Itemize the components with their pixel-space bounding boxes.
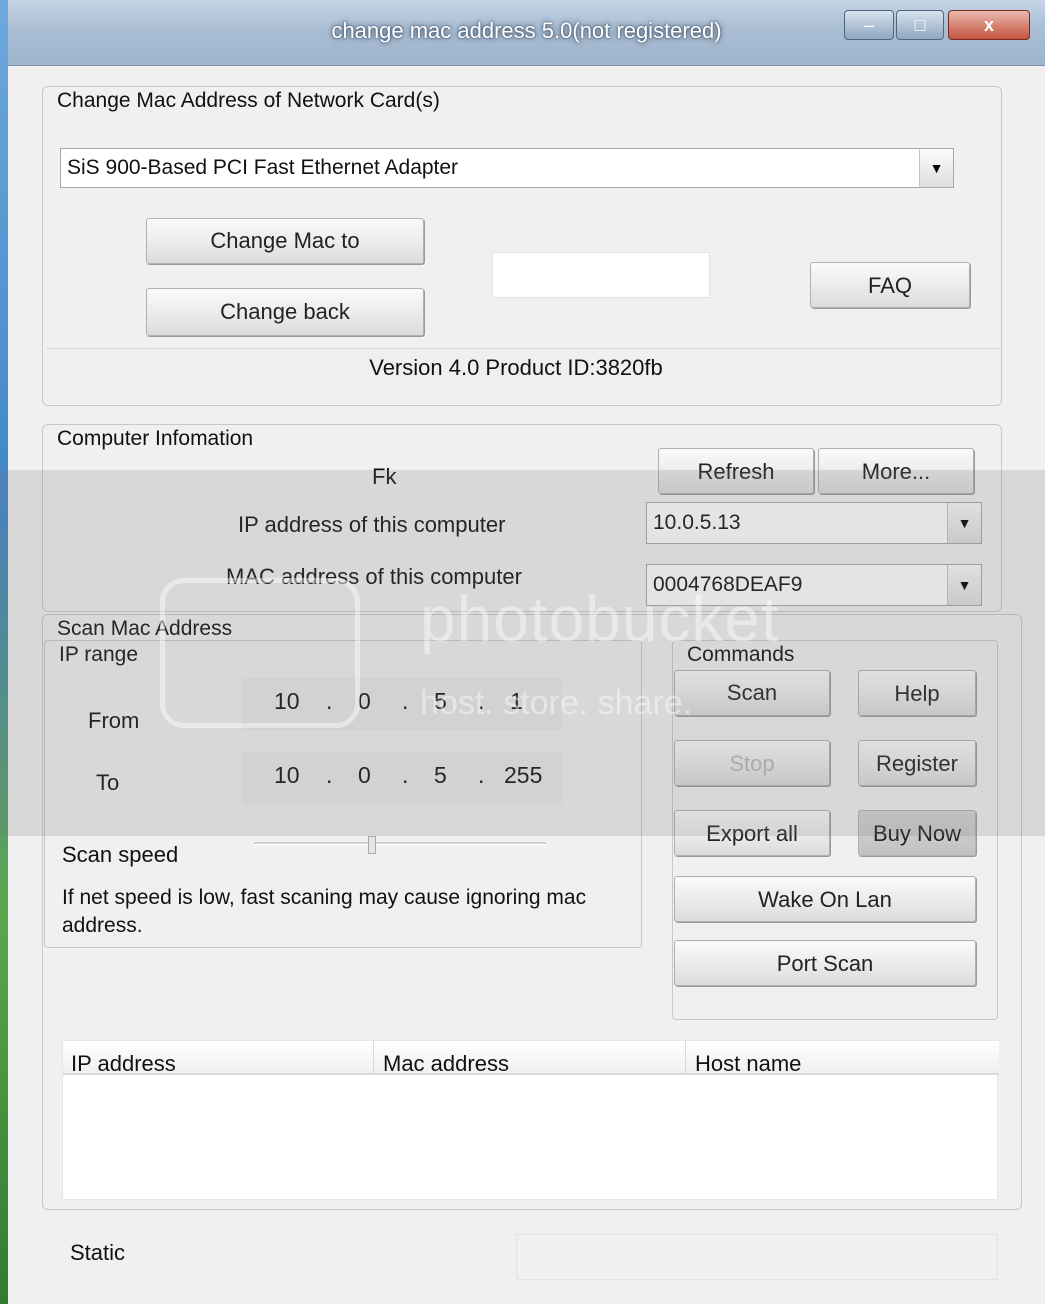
port-scan-button[interactable]: Port Scan (674, 940, 976, 986)
adapter-selected-value: SiS 900-Based PCI Fast Ethernet Adapter (67, 156, 459, 179)
version-text: Version 4.0 Product ID:3820fb (369, 355, 663, 380)
change-mac-group-label: Change Mac Address of Network Card(s) (54, 88, 443, 114)
watermark-text: photobucket (420, 583, 780, 655)
to-ip-octet: 255 (504, 762, 543, 788)
chevron-down-icon[interactable]: ▼ (947, 503, 981, 543)
status-label: Static (70, 1240, 126, 1265)
to-ip-input[interactable]: 10 . 0 . 5 . 255 (242, 752, 562, 804)
export-all-button[interactable]: Export all (674, 810, 830, 856)
network-adapter-select[interactable]: SiS 900-Based PCI Fast Ethernet Adapter … (60, 148, 954, 188)
watermark-logo-icon (160, 578, 360, 728)
stop-button[interactable]: Stop (674, 740, 830, 786)
change-back-button[interactable]: Change back (146, 288, 424, 336)
computer-info-group-label: Computer Infomation (54, 426, 257, 452)
column-divider[interactable] (685, 1041, 686, 1075)
wake-on-lan-button[interactable]: Wake On Lan (674, 876, 976, 922)
results-table[interactable]: IP address Mac address Host name (62, 1040, 999, 1200)
from-label: From (88, 708, 140, 733)
column-header-ip[interactable]: IP address (71, 1051, 176, 1077)
ip-dot: . (326, 762, 333, 788)
ip-address-value: 10.0.5.13 (653, 511, 741, 534)
ip-range-label: IP range (56, 642, 142, 668)
to-ip-octet: 10 (274, 762, 300, 788)
status-field (516, 1234, 998, 1280)
desktop-background (0, 0, 8, 1304)
minimize-icon: – (863, 15, 874, 35)
ip-dot: . (478, 762, 485, 788)
close-button[interactable]: x (948, 10, 1030, 40)
chevron-down-icon[interactable]: ▼ (947, 565, 981, 605)
slider-track (254, 842, 546, 845)
ip-dot: . (402, 762, 409, 788)
faq-button[interactable]: FAQ (810, 262, 970, 308)
results-header: IP address Mac address Host name (63, 1041, 999, 1077)
help-button[interactable]: Help (858, 670, 976, 716)
scan-button[interactable]: Scan (674, 670, 830, 716)
close-icon: x (983, 15, 994, 35)
ip-address-label: IP address of this computer (238, 512, 506, 537)
buy-now-button[interactable]: Buy Now (858, 810, 976, 856)
to-label: To (96, 770, 120, 795)
change-mac-button[interactable]: Change Mac to (146, 218, 424, 264)
ip-dot: . (402, 688, 409, 714)
to-ip-octet: 5 (434, 762, 447, 788)
title-bar[interactable]: change mac address 5.0(not registered) –… (8, 0, 1045, 66)
minimize-button[interactable]: – (844, 10, 894, 40)
scan-speed-slider[interactable] (254, 836, 546, 856)
chevron-down-icon[interactable]: ▼ (919, 149, 953, 187)
column-header-mac[interactable]: Mac address (383, 1051, 509, 1077)
scan-note: If net speed is low, fast scaning may ca… (62, 886, 587, 937)
to-ip-octet: 0 (358, 762, 371, 788)
computer-name: Fk (372, 464, 397, 489)
scan-speed-label: Scan speed (62, 842, 179, 867)
column-header-host[interactable]: Host name (695, 1051, 801, 1077)
maximize-icon: □ (914, 15, 926, 35)
ip-address-select[interactable]: 10.0.5.13 ▼ (646, 502, 982, 544)
refresh-button[interactable]: Refresh (658, 448, 814, 494)
maximize-button[interactable]: □ (896, 10, 944, 40)
slider-thumb[interactable] (368, 836, 376, 854)
version-bar: Version 4.0 Product ID:3820fb (46, 348, 1000, 404)
new-mac-input[interactable] (492, 252, 710, 298)
watermark-subtext: host. store. share. (420, 684, 693, 722)
register-button[interactable]: Register (858, 740, 976, 786)
more-button[interactable]: More... (818, 448, 974, 494)
column-divider[interactable] (373, 1041, 374, 1075)
